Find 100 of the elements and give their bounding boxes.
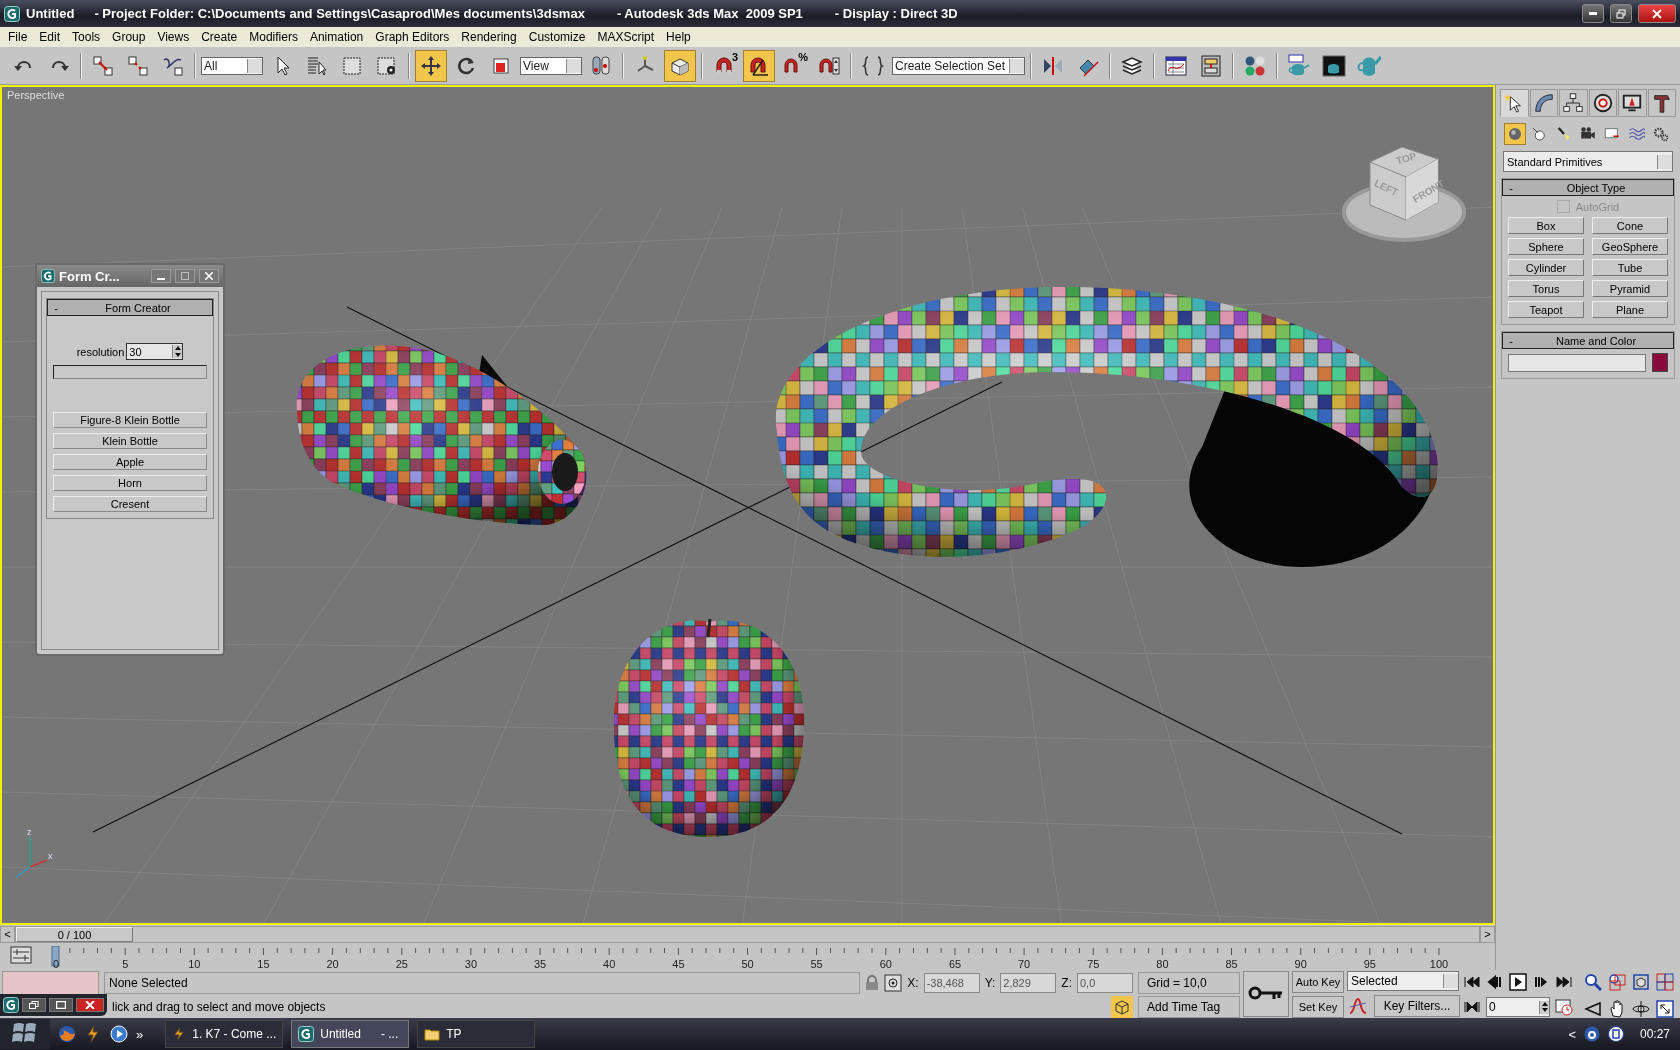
sphere-category-button[interactable] bbox=[1504, 123, 1526, 145]
menu-item[interactable]: MAXScript bbox=[591, 30, 661, 44]
menu-item[interactable]: Help bbox=[660, 30, 697, 44]
taskbar-button[interactable]: TP bbox=[417, 1020, 536, 1048]
angle-snap-button[interactable] bbox=[743, 49, 775, 82]
coordinate-field[interactable]: -38,468 bbox=[923, 972, 980, 993]
form-button[interactable]: Apple bbox=[53, 454, 207, 470]
menu-item[interactable]: File bbox=[2, 30, 34, 44]
listener-box[interactable] bbox=[2, 970, 99, 995]
create-tab[interactable] bbox=[1500, 89, 1529, 117]
menu-item[interactable]: Customize bbox=[522, 30, 592, 44]
add-time-tag-field[interactable]: Add Time Tag bbox=[1138, 995, 1240, 1018]
key-filters-button[interactable]: Key Filters... bbox=[1374, 994, 1460, 1017]
form-button[interactable]: Klein Bottle bbox=[53, 433, 207, 449]
time-configuration-icon[interactable] bbox=[10, 946, 32, 964]
field-of-view-icon[interactable] bbox=[1584, 999, 1602, 1018]
menu-item[interactable]: Rendering bbox=[455, 30, 523, 44]
crosshair-icon[interactable] bbox=[884, 973, 903, 992]
time-slider-track[interactable]: 0 / 100 bbox=[15, 925, 1480, 943]
lock-icon[interactable] bbox=[865, 974, 880, 991]
key-mode-dropdown[interactable]: Selected bbox=[1347, 971, 1459, 991]
move-button[interactable] bbox=[415, 49, 447, 82]
taskbar-button[interactable]: 1. K7 - Come ... bbox=[165, 1020, 284, 1048]
object-type-button[interactable]: Plane bbox=[1592, 301, 1668, 318]
zoom-extents-icon[interactable] bbox=[1632, 973, 1650, 991]
monitor-tab[interactable] bbox=[1618, 89, 1647, 117]
color-swatch[interactable] bbox=[1652, 353, 1668, 372]
menu-item[interactable]: Group bbox=[106, 30, 152, 44]
media-player-icon[interactable] bbox=[110, 1025, 128, 1043]
object-type-button[interactable]: Pyramid bbox=[1592, 280, 1668, 297]
auto-key-button[interactable]: Auto Key bbox=[1292, 971, 1344, 993]
dropdown[interactable]: Create Selection Set bbox=[892, 56, 1026, 75]
tray-b-icon[interactable] bbox=[1607, 1026, 1624, 1042]
close-button[interactable] bbox=[76, 998, 104, 1012]
maximize-button[interactable] bbox=[49, 998, 73, 1012]
maximize-viewport-icon[interactable] bbox=[1656, 999, 1674, 1018]
object-type-button[interactable]: Torus bbox=[1508, 280, 1584, 297]
form-button[interactable]: Figure-8 Klein Bottle bbox=[53, 412, 207, 428]
menu-item[interactable]: Tools bbox=[66, 30, 107, 44]
hammer-tab[interactable] bbox=[1647, 89, 1676, 117]
rollout-header[interactable]: - Form Creator bbox=[47, 299, 213, 316]
object-type-button[interactable]: Cone bbox=[1592, 217, 1668, 234]
zoom-icon[interactable] bbox=[1584, 973, 1602, 991]
rollout-header[interactable]: - Name and Color bbox=[1502, 332, 1674, 349]
current-frame-spinner[interactable]: 0 bbox=[1486, 997, 1550, 1017]
minimized-window[interactable] bbox=[0, 994, 107, 1016]
zoom-all-icon[interactable] bbox=[1608, 973, 1626, 991]
time-configuration-icon[interactable] bbox=[1555, 998, 1573, 1016]
pan-icon[interactable] bbox=[1608, 999, 1626, 1018]
menu-item[interactable]: Views bbox=[151, 30, 196, 44]
play-icon[interactable] bbox=[1509, 973, 1527, 991]
zoom-extents-all-icon[interactable] bbox=[1656, 973, 1674, 991]
dropdown[interactable]: All bbox=[201, 56, 263, 75]
name-field[interactable] bbox=[1508, 353, 1646, 372]
previous-frame-icon[interactable] bbox=[1486, 973, 1504, 991]
go-to-end-icon[interactable] bbox=[1555, 973, 1573, 991]
menu-item[interactable]: Edit bbox=[33, 30, 67, 44]
form-button[interactable]: Cresent bbox=[53, 496, 207, 512]
tray-a-icon[interactable] bbox=[1583, 1026, 1600, 1042]
dropdown[interactable]: View bbox=[520, 56, 582, 75]
minimize-button[interactable] bbox=[1582, 4, 1604, 23]
time-slider-thumb[interactable]: 0 / 100 bbox=[16, 926, 134, 942]
menu-item[interactable]: Create bbox=[195, 30, 244, 44]
object-type-button[interactable]: Sphere bbox=[1508, 238, 1584, 255]
time-marker[interactable] bbox=[51, 946, 60, 967]
previous-frame-button[interactable]: < bbox=[0, 925, 15, 943]
object-type-button[interactable]: Tube bbox=[1592, 259, 1668, 276]
object-type-button[interactable]: Box bbox=[1508, 217, 1584, 234]
start-button[interactable] bbox=[0, 1019, 50, 1049]
form-button[interactable]: Horn bbox=[53, 475, 207, 491]
lightning-icon[interactable] bbox=[84, 1025, 102, 1043]
menu-item[interactable]: Graph Editors bbox=[369, 30, 456, 44]
set-key-button[interactable]: Set Key bbox=[1292, 996, 1344, 1018]
dropdown[interactable]: Standard Primitives bbox=[1503, 151, 1673, 172]
coordinate-field[interactable]: 0,0 bbox=[1077, 972, 1133, 993]
hierarchy-tab[interactable] bbox=[1559, 89, 1588, 117]
restore-button[interactable] bbox=[1610, 4, 1632, 23]
object-type-button[interactable]: Cylinder bbox=[1508, 259, 1584, 276]
close-button[interactable] bbox=[1638, 4, 1676, 23]
magnet-button[interactable]: 3 bbox=[708, 49, 740, 82]
next-frame-button[interactable]: > bbox=[1480, 925, 1495, 943]
resolution-spinner[interactable]: 30 bbox=[126, 343, 184, 360]
show-hidden-icons-button[interactable]: < bbox=[1568, 1026, 1576, 1042]
taskbar-button[interactable]: Untitled - ... bbox=[291, 1020, 410, 1048]
orbit-icon[interactable] bbox=[1632, 999, 1650, 1018]
rollout-header[interactable]: - Object Type bbox=[1502, 179, 1674, 196]
close-button[interactable] bbox=[199, 269, 219, 283]
menu-item[interactable]: Animation bbox=[303, 30, 370, 44]
coordinate-field[interactable]: 2,829 bbox=[1000, 972, 1057, 993]
set-key-button[interactable] bbox=[1243, 971, 1289, 1017]
arc-tab[interactable] bbox=[1529, 89, 1558, 117]
object-type-button[interactable]: Teapot bbox=[1508, 301, 1584, 318]
chevron-button[interactable]: » bbox=[136, 1026, 144, 1042]
wheel-tab[interactable] bbox=[1588, 89, 1617, 117]
magnet-button[interactable]: % bbox=[778, 49, 810, 82]
time-tag-icon[interactable] bbox=[1111, 995, 1133, 1018]
menu-item[interactable]: Modifiers bbox=[243, 30, 304, 44]
restore-button[interactable] bbox=[22, 998, 46, 1012]
object-type-button[interactable]: GeoSphere bbox=[1592, 238, 1668, 255]
cube-button[interactable] bbox=[664, 49, 696, 82]
